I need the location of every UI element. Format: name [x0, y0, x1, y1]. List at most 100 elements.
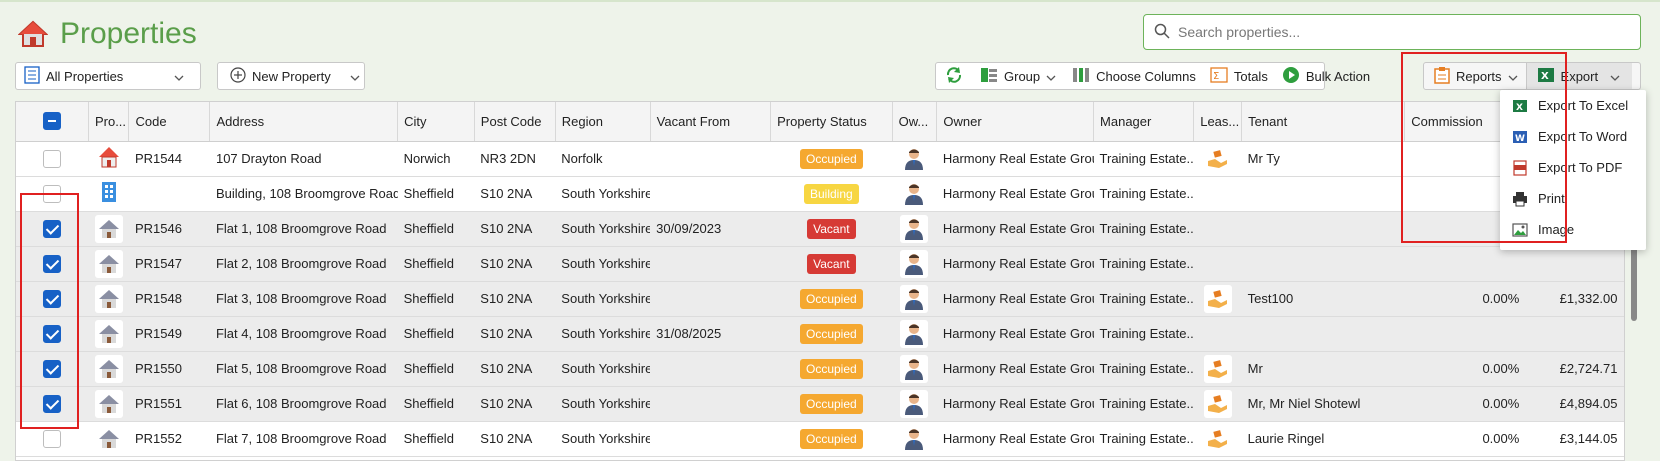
column-header[interactable]: Post Code	[474, 102, 556, 142]
amount-cell: £3,144.05	[1527, 421, 1624, 457]
table-row[interactable]: PR1548 Flat 3, 108 Broomgrove Road Sheffie…	[16, 281, 1624, 317]
column-header[interactable]: Leas...	[1193, 102, 1243, 142]
row-checkbox[interactable]	[43, 184, 62, 203]
table-row[interactable]: PR1551 Flat 6, 108 Broomgrove Road Sheffie…	[16, 386, 1624, 422]
column-header[interactable]: Tenant	[1241, 102, 1406, 142]
row-select-cell[interactable]	[16, 176, 89, 212]
column-header[interactable]: Ow...	[892, 102, 938, 142]
table-row[interactable]: PR1547 Flat 2, 108 Broomgrove Road Sheffie…	[16, 246, 1624, 282]
city-cell: Sheffield	[397, 176, 475, 212]
column-header[interactable]: Owner	[936, 102, 1095, 142]
select-all-checkbox[interactable]	[42, 112, 61, 131]
new-property-dropdown[interactable]	[341, 63, 369, 89]
search-input[interactable]	[1178, 24, 1618, 40]
choose-columns-button[interactable]: Choose Columns	[1064, 63, 1202, 89]
image-item[interactable]: Image	[1500, 214, 1646, 245]
choose-columns-label: Choose Columns	[1096, 68, 1196, 84]
column-header[interactable]: Manager	[1093, 102, 1195, 142]
page-title: Properties	[60, 17, 197, 50]
tenant-cell: Mr Ty	[1241, 141, 1405, 177]
city-cell: Sheffield	[397, 386, 475, 422]
excel-icon: X	[1512, 98, 1528, 114]
row-checkbox[interactable]	[43, 394, 62, 413]
address-cell: Flat 2, 108 Broomgrove Road	[209, 246, 398, 282]
lease-hand-icon	[1203, 424, 1232, 453]
tenant-cell: Mr	[1241, 351, 1405, 387]
row-select-cell[interactable]	[16, 351, 89, 387]
row-select-cell[interactable]	[16, 421, 89, 457]
vacant-from-cell	[650, 176, 771, 212]
code-cell	[128, 176, 210, 212]
row-checkbox[interactable]	[43, 289, 62, 308]
export-to-pdf-item[interactable]: Export To PDF	[1500, 152, 1646, 183]
column-header[interactable]: City	[397, 102, 475, 142]
totals-button[interactable]: Σ Totals	[1202, 63, 1274, 89]
row-checkbox[interactable]	[43, 359, 62, 378]
manager-cell: Training Estate...	[1093, 316, 1194, 352]
export-to-word-item[interactable]: W Export To Word	[1500, 121, 1646, 152]
table-row[interactable]: Building, 108 Broomgrove Road Sheffield S1…	[16, 176, 1624, 212]
lease-hand-icon	[1203, 389, 1232, 418]
owner-avatar-cell	[892, 421, 937, 457]
lease-hand-icon	[1203, 144, 1232, 173]
select-all-header[interactable]	[16, 102, 89, 142]
row-checkbox[interactable]	[43, 254, 62, 273]
export-label: Export	[1560, 68, 1599, 84]
table-row[interactable]: PR1552 Flat 7, 108 Broomgrove Road Sheffie…	[16, 421, 1624, 457]
bulk-action-icon	[1282, 66, 1300, 87]
column-header[interactable]: Property Status	[770, 102, 893, 142]
print-item[interactable]: Print	[1500, 183, 1646, 214]
bulk-action-button[interactable]: Bulk Action	[1274, 63, 1376, 89]
column-header[interactable]: Vacant From	[650, 102, 772, 142]
search-box[interactable]	[1143, 14, 1641, 50]
export-menu-item-label: Image	[1538, 222, 1575, 237]
vacant-from-cell	[650, 141, 771, 177]
new-property-split-button: New Property	[217, 62, 365, 90]
postcode-cell: S10 2NA	[474, 211, 556, 247]
refresh-button[interactable]	[936, 63, 972, 89]
group-icon	[980, 67, 998, 86]
postcode-cell: S10 2NA	[474, 351, 556, 387]
lease-cell	[1193, 386, 1242, 422]
row-select-cell[interactable]	[16, 246, 89, 282]
owner-avatar-cell	[892, 246, 937, 282]
vacant-from-cell	[650, 351, 771, 387]
group-label: Group	[1004, 68, 1041, 84]
view-select[interactable]: All Properties	[15, 62, 201, 90]
row-select-cell[interactable]	[16, 281, 89, 317]
row-checkbox[interactable]	[43, 149, 62, 168]
table-row[interactable]: PR1549 Flat 4, 108 Broomgrove Road Sheffie…	[16, 316, 1624, 352]
reports-button[interactable]: Reports	[1424, 63, 1526, 89]
status-cell: Occupied	[770, 421, 893, 457]
properties-table: Pro... Code Address City Post Code Regio…	[16, 102, 1624, 457]
export-button[interactable]: X Export	[1526, 63, 1633, 89]
tenant-cell	[1241, 316, 1405, 352]
header-row: Pro... Code Address City Post Code Regio…	[16, 102, 1624, 142]
column-header[interactable]: Address	[209, 102, 399, 142]
code-cell: PR1550	[128, 351, 210, 387]
column-header[interactable]: Region	[555, 102, 651, 142]
export-menu-item-label: Export To Excel	[1538, 98, 1629, 113]
table-row[interactable]: PR1544 107 Drayton Road Norwich NR3 2DN Norf…	[16, 141, 1624, 177]
row-checkbox[interactable]	[43, 219, 62, 238]
export-to-excel-item[interactable]: X Export To Excel	[1500, 90, 1646, 121]
row-select-cell[interactable]	[16, 211, 89, 247]
row-checkbox[interactable]	[43, 429, 62, 448]
row-select-cell[interactable]	[16, 386, 89, 422]
status-cell: Occupied	[770, 351, 893, 387]
column-header[interactable]: Pro...	[88, 102, 130, 142]
new-property-button[interactable]: New Property	[218, 63, 337, 89]
row-select-cell[interactable]	[16, 141, 89, 177]
city-cell: Sheffield	[397, 316, 475, 352]
status-badge: Vacant	[807, 253, 856, 274]
group-button[interactable]: Group	[972, 63, 1064, 89]
table-row[interactable]: PR1550 Flat 5, 108 Broomgrove Road Sheffie…	[16, 351, 1624, 387]
row-select-cell[interactable]	[16, 316, 89, 352]
manager-cell: Training Estate...	[1093, 141, 1194, 177]
house-icon	[94, 389, 123, 418]
row-checkbox[interactable]	[43, 324, 62, 343]
owner-cell: Harmony Real Estate Group	[936, 141, 1094, 177]
city-cell: Sheffield	[397, 211, 475, 247]
column-header[interactable]: Code	[128, 102, 211, 142]
table-row[interactable]: PR1546 Flat 1, 108 Broomgrove Road Sheffie…	[16, 211, 1624, 247]
